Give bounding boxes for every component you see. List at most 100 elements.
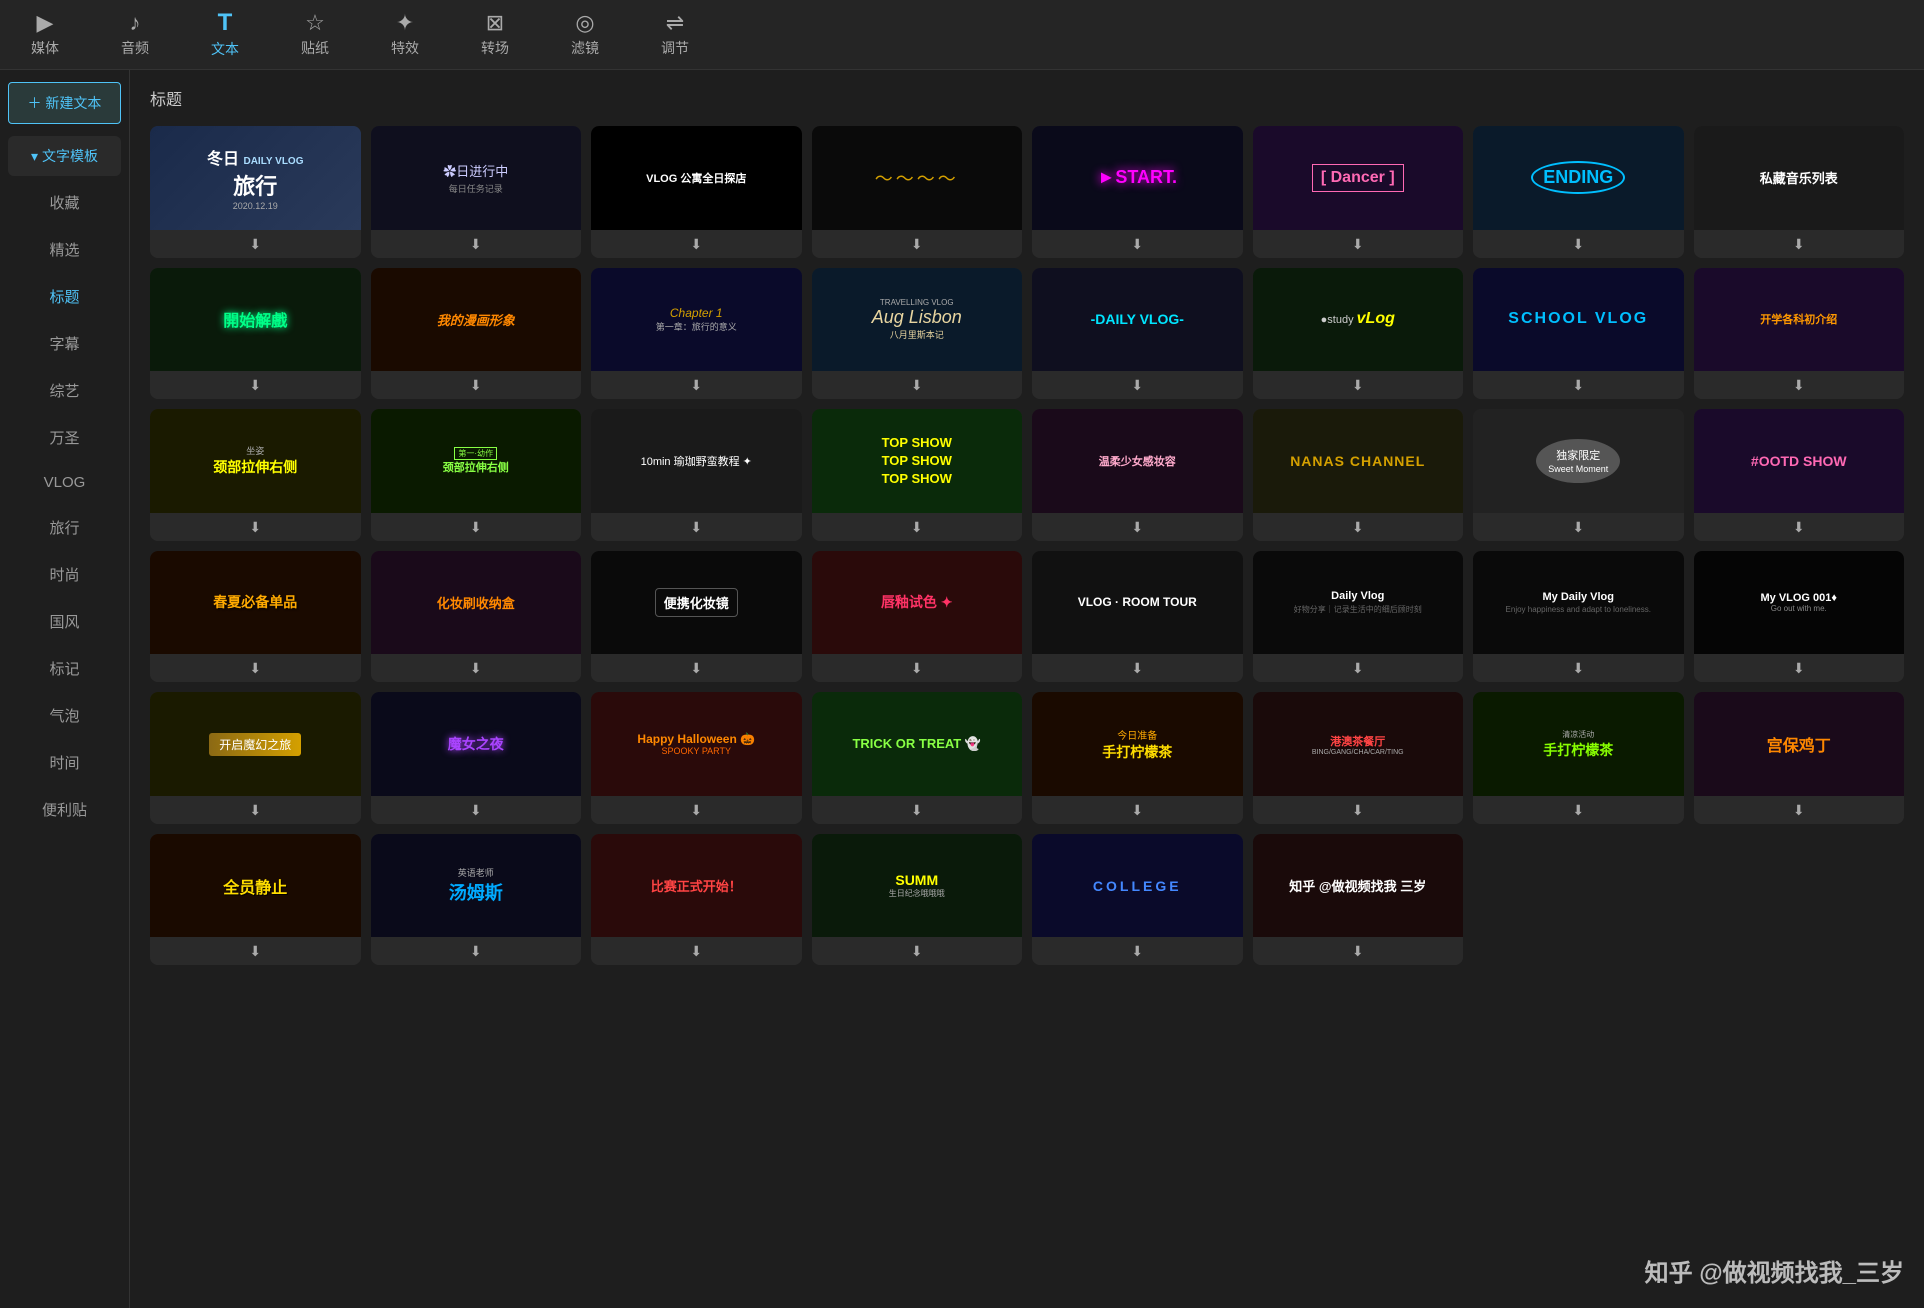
card-34-download[interactable]: ⬇ xyxy=(470,802,482,819)
card-40-download[interactable]: ⬇ xyxy=(1793,802,1805,819)
card-22[interactable]: NANAS CHANNEL ⬇ xyxy=(1253,409,1464,541)
card-31-download[interactable]: ⬇ xyxy=(1572,660,1584,677)
card-26[interactable]: 化妆刷收纳盒 ⬇ xyxy=(371,551,582,683)
card-25-download[interactable]: ⬇ xyxy=(249,660,261,677)
card-23-download[interactable]: ⬇ xyxy=(1572,519,1584,536)
card-27-download[interactable]: ⬇ xyxy=(690,660,702,677)
card-23[interactable]: 独家限定Sweet Moment ⬇ xyxy=(1473,409,1684,541)
card-10[interactable]: 我的漫画形象 ⬇ xyxy=(371,268,582,400)
sidebar-item-variety[interactable]: 综艺 xyxy=(8,370,121,411)
card-4[interactable]: 〜〜〜〜 ⬇ xyxy=(812,126,1023,258)
card-11-download[interactable]: ⬇ xyxy=(690,377,702,394)
card-12-download[interactable]: ⬇ xyxy=(911,377,923,394)
toolbar-effects[interactable]: ✦ 特效 xyxy=(360,6,450,64)
card-22-download[interactable]: ⬇ xyxy=(1352,519,1364,536)
toolbar-transition[interactable]: ⊠ 转场 xyxy=(450,6,540,64)
card-29[interactable]: VLOG · ROOM TOUR ⬇ xyxy=(1032,551,1243,683)
card-30-download[interactable]: ⬇ xyxy=(1352,660,1364,677)
sidebar-item-subtitle[interactable]: 字幕 xyxy=(8,323,121,364)
card-33-download[interactable]: ⬇ xyxy=(249,802,261,819)
card-19-download[interactable]: ⬇ xyxy=(690,519,702,536)
sidebar-item-bubble[interactable]: 气泡 xyxy=(8,695,121,736)
card-7-download[interactable]: ⬇ xyxy=(1572,236,1584,253)
card-8[interactable]: 私藏音乐列表 ⬇ xyxy=(1694,126,1905,258)
template-button[interactable]: ▾ 文字模板 xyxy=(8,136,121,176)
card-9[interactable]: 開始解戲 ⬇ xyxy=(150,268,361,400)
card-46-download[interactable]: ⬇ xyxy=(1352,943,1364,960)
card-7[interactable]: ENDING ⬇ xyxy=(1473,126,1684,258)
sidebar-item-title[interactable]: 标题 xyxy=(8,276,121,317)
card-44[interactable]: SUMM 生日纪念哦哦哦 ⬇ xyxy=(812,834,1023,966)
card-30[interactable]: Daily Vlog 好物分享｜记录生活中的细后顾时刻 ⬇ xyxy=(1253,551,1464,683)
card-3[interactable]: VLOG 公寓全日探店 ⬇ xyxy=(591,126,802,258)
card-43[interactable]: 比赛正式开始！ ⬇ xyxy=(591,834,802,966)
card-6[interactable]: [ Dancer ] ⬇ xyxy=(1253,126,1464,258)
card-16[interactable]: 开学各科初介绍 ⬇ xyxy=(1694,268,1905,400)
card-16-download[interactable]: ⬇ xyxy=(1793,377,1805,394)
card-28-download[interactable]: ⬇ xyxy=(911,660,923,677)
card-35-download[interactable]: ⬇ xyxy=(690,802,702,819)
sidebar-item-guofeng[interactable]: 国风 xyxy=(8,601,121,642)
toolbar-sticker[interactable]: ☆ 贴纸 xyxy=(270,6,360,64)
card-31[interactable]: My Daily Vlog Enjoy happiness and adapt … xyxy=(1473,551,1684,683)
card-20[interactable]: TOP SHOWTOP SHOWTOP SHOW ⬇ xyxy=(812,409,1023,541)
card-40[interactable]: 宫保鸡丁 ⬇ xyxy=(1694,692,1905,824)
card-44-download[interactable]: ⬇ xyxy=(911,943,923,960)
card-42[interactable]: 英语老师 汤姆斯 ⬇ xyxy=(371,834,582,966)
card-12[interactable]: TRAVELLING VLOG Aug Lisbon 八月里斯本记 ⬇ xyxy=(812,268,1023,400)
card-9-download[interactable]: ⬇ xyxy=(249,377,261,394)
card-32[interactable]: My VLOG 001♦ Go out with me. ⬇ xyxy=(1694,551,1905,683)
card-26-download[interactable]: ⬇ xyxy=(470,660,482,677)
card-29-download[interactable]: ⬇ xyxy=(1131,660,1143,677)
card-14[interactable]: ●study vLog ⬇ xyxy=(1253,268,1464,400)
card-13-download[interactable]: ⬇ xyxy=(1131,377,1143,394)
card-37[interactable]: 今日准备 手打柠檬茶 ⬇ xyxy=(1032,692,1243,824)
card-43-download[interactable]: ⬇ xyxy=(690,943,702,960)
card-46[interactable]: 知乎 @做视频找我 三岁 ⬇ xyxy=(1253,834,1464,966)
card-17[interactable]: 坐姿 颈部拉伸右侧 ⬇ xyxy=(150,409,361,541)
toolbar-media[interactable]: ▶ 媒体 xyxy=(0,6,90,64)
card-8-download[interactable]: ⬇ xyxy=(1793,236,1805,253)
card-14-download[interactable]: ⬇ xyxy=(1352,377,1364,394)
card-39-download[interactable]: ⬇ xyxy=(1572,802,1584,819)
card-45[interactable]: COLLEGE ⬇ xyxy=(1032,834,1243,966)
card-37-download[interactable]: ⬇ xyxy=(1131,802,1143,819)
card-32-download[interactable]: ⬇ xyxy=(1793,660,1805,677)
card-18-download[interactable]: ⬇ xyxy=(470,519,482,536)
card-2-download[interactable]: ⬇ xyxy=(470,236,482,253)
card-36-download[interactable]: ⬇ xyxy=(911,802,923,819)
card-3-download[interactable]: ⬇ xyxy=(690,236,702,253)
sidebar-item-sticky[interactable]: 便利贴 xyxy=(8,789,121,830)
card-35[interactable]: Happy Halloween 🎃 SPOOKY PARTY ⬇ xyxy=(591,692,802,824)
card-36[interactable]: TRICK OR TREAT 👻 ⬇ xyxy=(812,692,1023,824)
card-41[interactable]: 全员静止 ⬇ xyxy=(150,834,361,966)
card-10-download[interactable]: ⬇ xyxy=(470,377,482,394)
card-38[interactable]: 港澳茶餐厅 BING/GANG/CHA/CAR/TING ⬇ xyxy=(1253,692,1464,824)
card-2[interactable]: ✿日进行中每日任务记录 ⬇ xyxy=(371,126,582,258)
sidebar-item-time[interactable]: 时间 xyxy=(8,742,121,783)
card-15[interactable]: SCHOOL VLOG ⬇ xyxy=(1473,268,1684,400)
sidebar-item-mark[interactable]: 标记 xyxy=(8,648,121,689)
toolbar-text[interactable]: T 文本 xyxy=(180,5,270,65)
sidebar-item-featured[interactable]: 精选 xyxy=(8,229,121,270)
card-27[interactable]: 便携化妆镜 ⬇ xyxy=(591,551,802,683)
card-1[interactable]: 冬日 DAILY VLOG 旅行 2020.12.19 ⬇ xyxy=(150,126,361,258)
card-39[interactable]: 清凉活动 手打柠檬茶 ⬇ xyxy=(1473,692,1684,824)
card-24-download[interactable]: ⬇ xyxy=(1793,519,1805,536)
sidebar-item-halloween[interactable]: 万圣 xyxy=(8,417,121,458)
toolbar-adjust[interactable]: ⇌ 调节 xyxy=(630,6,720,64)
card-5-download[interactable]: ⬇ xyxy=(1131,236,1143,253)
sidebar-item-favorites[interactable]: 收藏 xyxy=(8,182,121,223)
sidebar-item-travel[interactable]: 旅行 xyxy=(8,507,121,548)
toolbar-filter[interactable]: ◎ 滤镜 xyxy=(540,6,630,64)
card-34[interactable]: 魔女之夜 ⬇ xyxy=(371,692,582,824)
card-21[interactable]: 温柔少女感妆容 ⬇ xyxy=(1032,409,1243,541)
card-11[interactable]: Chapter 1 第一章：旅行的意义 ⬇ xyxy=(591,268,802,400)
card-5[interactable]: ►START. ⬇ xyxy=(1032,126,1243,258)
card-19[interactable]: 10min 瑜珈野蛮教程 ✦ ⬇ xyxy=(591,409,802,541)
card-28[interactable]: 唇釉试色 ✦ ⬇ xyxy=(812,551,1023,683)
sidebar-item-vlog[interactable]: VLOG xyxy=(8,464,121,501)
card-6-download[interactable]: ⬇ xyxy=(1352,236,1364,253)
card-33[interactable]: 开启魔幻之旅 ⬇ xyxy=(150,692,361,824)
card-38-download[interactable]: ⬇ xyxy=(1352,802,1364,819)
